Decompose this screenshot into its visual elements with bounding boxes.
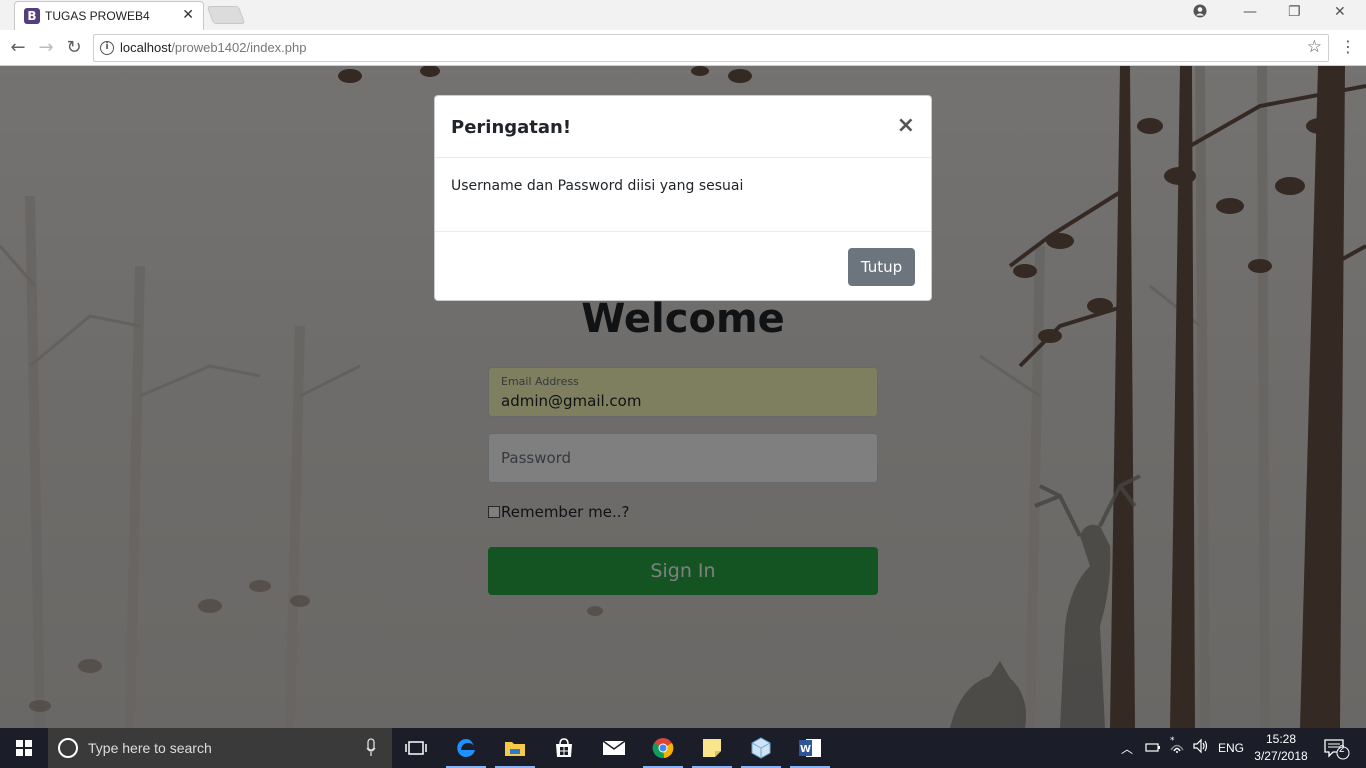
- clock-date[interactable]: 3/27/2018: [1254, 749, 1308, 763]
- windows-taskbar: Type here to search W ︿ * ENG 15:28 3/27…: [0, 728, 1366, 768]
- tutup-button[interactable]: Tutup: [848, 248, 915, 286]
- tab-close-icon[interactable]: ✕: [182, 7, 194, 23]
- volume-icon[interactable]: [1192, 738, 1210, 757]
- wifi-icon[interactable]: *: [1168, 736, 1186, 757]
- store-icon[interactable]: [549, 734, 579, 762]
- task-view-icon[interactable]: [401, 734, 431, 762]
- language-indicator[interactable]: ENG: [1218, 741, 1244, 755]
- modal-footer: Tutup: [435, 231, 931, 302]
- notification-count: 2: [1339, 744, 1345, 755]
- edge-browser-icon[interactable]: [451, 734, 481, 762]
- reload-icon[interactable]: ↻: [63, 37, 85, 59]
- back-arrow-icon[interactable]: ←: [7, 37, 29, 59]
- action-center-icon[interactable]: 2: [1324, 738, 1350, 763]
- virtualbox-icon[interactable]: [746, 734, 776, 762]
- modal-title: Peringatan!: [451, 117, 572, 138]
- forward-arrow-icon[interactable]: →: [35, 37, 57, 59]
- bookmark-star-icon[interactable]: ☆: [1307, 37, 1322, 57]
- word-icon[interactable]: W: [795, 734, 825, 762]
- new-tab-button[interactable]: [206, 6, 246, 24]
- restore-icon[interactable]: ❐: [1288, 4, 1301, 20]
- window-close-icon[interactable]: ✕: [1334, 4, 1346, 20]
- modal-message: Username dan Password diisi yang sesuai: [451, 178, 744, 194]
- page-viewport: Welcome Email Address admin@gmail.com Pa…: [0, 66, 1366, 728]
- modal-header: Peringatan! ×: [435, 96, 931, 158]
- tab-title: TUGAS PROWEB4: [45, 9, 150, 23]
- info-icon[interactable]: i: [100, 41, 114, 55]
- warning-modal: Peringatan! × Username dan Password diis…: [434, 95, 932, 301]
- address-bar[interactable]: i localhost/proweb1402/index.php ☆: [93, 34, 1329, 62]
- url-path: /proweb1402/index.php: [171, 40, 307, 55]
- show-hidden-icons-icon[interactable]: ︿: [1121, 740, 1133, 757]
- browser-toolbar: ← → ↻ i localhost/proweb1402/index.php ☆…: [0, 30, 1366, 66]
- url-host: localhost: [120, 40, 172, 55]
- minimize-icon[interactable]: —: [1243, 4, 1257, 20]
- browser-tab[interactable]: B TUGAS PROWEB4 ✕: [14, 1, 204, 30]
- sticky-notes-icon[interactable]: [697, 734, 727, 762]
- mail-icon[interactable]: [599, 734, 629, 762]
- profile-icon[interactable]: [1193, 4, 1207, 22]
- search-placeholder: Type here to search: [88, 740, 212, 756]
- cortana-icon[interactable]: [58, 738, 78, 758]
- taskbar-search-box[interactable]: Type here to search: [48, 728, 392, 768]
- svg-text:W: W: [800, 744, 811, 755]
- svg-text:*: *: [1170, 736, 1175, 746]
- microphone-icon[interactable]: [366, 738, 376, 758]
- browser-menu-icon[interactable]: ⋮: [1340, 37, 1356, 56]
- browser-tab-strip: B TUGAS PROWEB4 ✕ — ❐ ✕: [0, 0, 1366, 30]
- url-text: localhost/proweb1402/index.php: [120, 40, 306, 55]
- bootstrap-favicon-icon: B: [24, 8, 40, 24]
- clock-time[interactable]: 15:28: [1254, 732, 1308, 746]
- windows-start-icon[interactable]: [0, 728, 48, 768]
- battery-icon[interactable]: [1145, 740, 1161, 757]
- modal-close-icon[interactable]: ×: [897, 113, 915, 138]
- file-explorer-icon[interactable]: [500, 734, 530, 762]
- chrome-icon[interactable]: [648, 734, 678, 762]
